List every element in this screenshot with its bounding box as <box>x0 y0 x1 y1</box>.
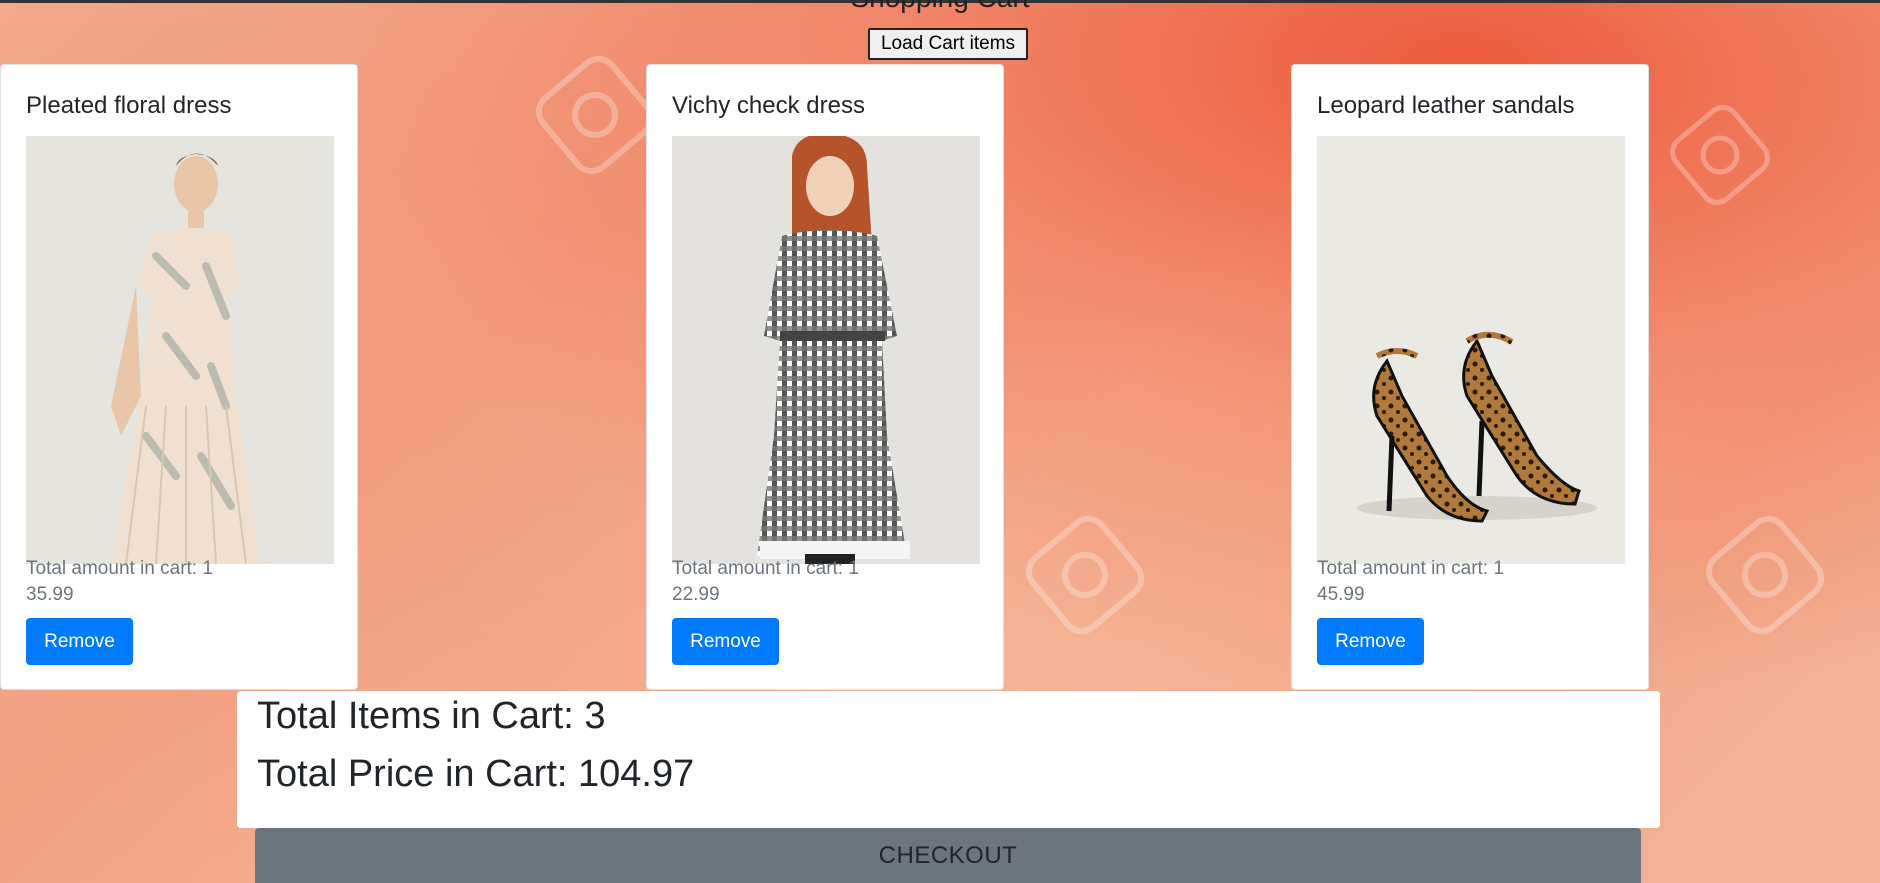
cart-item-card: Leopard leather sandals Total amount in … <box>1291 64 1649 690</box>
remove-button[interactable]: Remove <box>26 618 133 665</box>
watermark-icon <box>1670 105 1770 205</box>
page-title: Shopping Cart <box>0 0 1880 14</box>
quantity-text: Total amount in cart: 1 <box>1317 558 1504 579</box>
dress-photo-icon <box>672 136 980 564</box>
watermark-icon <box>1705 515 1825 635</box>
total-items: Total Items in Cart: 3 <box>257 695 606 737</box>
price-text: 35.99 <box>26 584 74 605</box>
quantity-text: Total amount in cart: 1 <box>672 558 859 579</box>
sandals-photo-icon <box>1317 136 1625 564</box>
price-text: 22.99 <box>672 584 720 605</box>
checkout-button[interactable]: CHECKOUT <box>255 828 1641 883</box>
price-text: 45.99 <box>1317 584 1365 605</box>
product-name: Vichy check dress <box>672 92 865 119</box>
cart-summary: Total Items in Cart: 3 Total Price in Ca… <box>237 691 1660 828</box>
remove-button[interactable]: Remove <box>672 618 779 665</box>
quantity-text: Total amount in cart: 1 <box>26 558 213 579</box>
watermark-icon <box>1025 515 1145 635</box>
cart-item-card: Vichy check dress Total amount in cart: … <box>646 64 1004 690</box>
product-name: Pleated floral dress <box>26 92 232 119</box>
total-price: Total Price in Cart: 104.97 <box>257 753 695 795</box>
load-cart-items-button[interactable]: Load Cart items <box>868 28 1028 60</box>
product-name: Leopard leather sandals <box>1317 92 1575 119</box>
dress-photo-icon <box>26 136 334 564</box>
watermark-icon <box>535 55 655 175</box>
remove-button[interactable]: Remove <box>1317 618 1424 665</box>
cart-item-card: Pleated floral dress Total amount in car… <box>0 64 358 690</box>
